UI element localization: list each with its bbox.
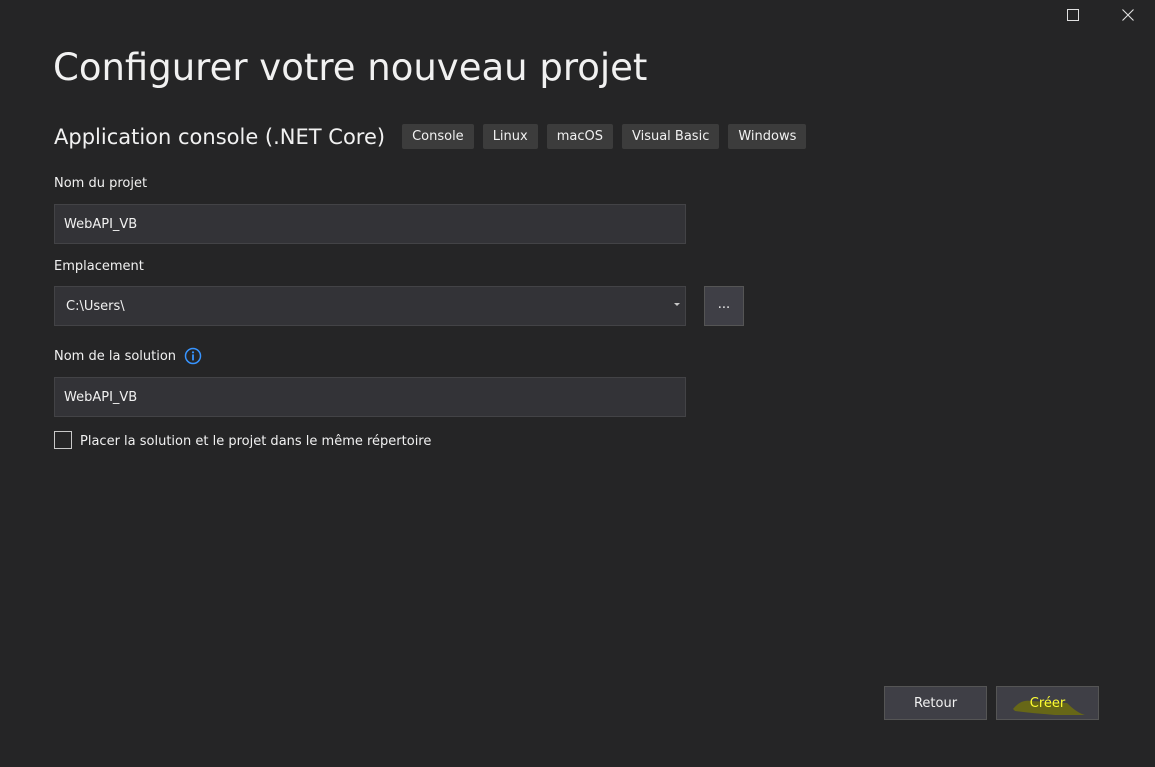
page-title: Configurer votre nouveau projet [53,46,648,89]
same-directory-checkbox[interactable] [54,430,72,449]
tag-linux: Linux [482,124,538,149]
back-button[interactable]: Retour [884,686,987,720]
tag-macos: macOS [546,124,613,149]
project-name-input[interactable]: WebAPI_VB [54,204,686,244]
location-combobox[interactable]: C:\Users\ [54,286,686,326]
back-button-label: Retour [913,695,958,711]
solution-name-input[interactable]: WebAPI_VB [54,377,686,417]
same-directory-label[interactable]: Placer la solution et le projet dans le … [80,434,431,449]
location-label: Emplacement [54,259,144,274]
tag-visual-basic: Visual Basic [621,124,720,149]
maximize-icon [1066,9,1079,21]
window-controls [1045,0,1155,30]
project-name-label: Nom du projet [54,176,147,191]
location-value: C:\Users\ [66,298,125,314]
close-button[interactable] [1100,0,1155,30]
tag-console: Console [402,124,474,149]
solution-name-value: WebAPI_VB [64,389,138,405]
project-name-value: WebAPI_VB [64,216,138,232]
browse-button-label: ... [717,296,731,312]
chevron-down-icon[interactable] [674,303,680,306]
dialog-window: Configurer votre nouveau projet Applicat… [0,0,1155,767]
solution-name-label-text: Nom de la solution [54,348,177,364]
project-name-label-text: Nom du projet [54,176,148,191]
create-button[interactable]: Créer [996,686,1099,720]
maximize-button[interactable] [1045,0,1100,30]
browse-button[interactable]: ... [704,286,744,326]
tag-windows: Windows [728,124,807,149]
create-button-label: Créer [1029,695,1066,711]
info-icon[interactable] [184,347,202,365]
same-directory-option: Placer la solution et le projet dans le … [54,430,431,449]
template-name: Application console (.NET Core) [54,124,386,149]
close-icon [1121,9,1134,21]
solution-name-label: Nom de la solution [54,347,202,365]
template-header: Application console (.NET Core) Console … [54,124,815,149]
location-label-text: Emplacement [54,259,144,274]
